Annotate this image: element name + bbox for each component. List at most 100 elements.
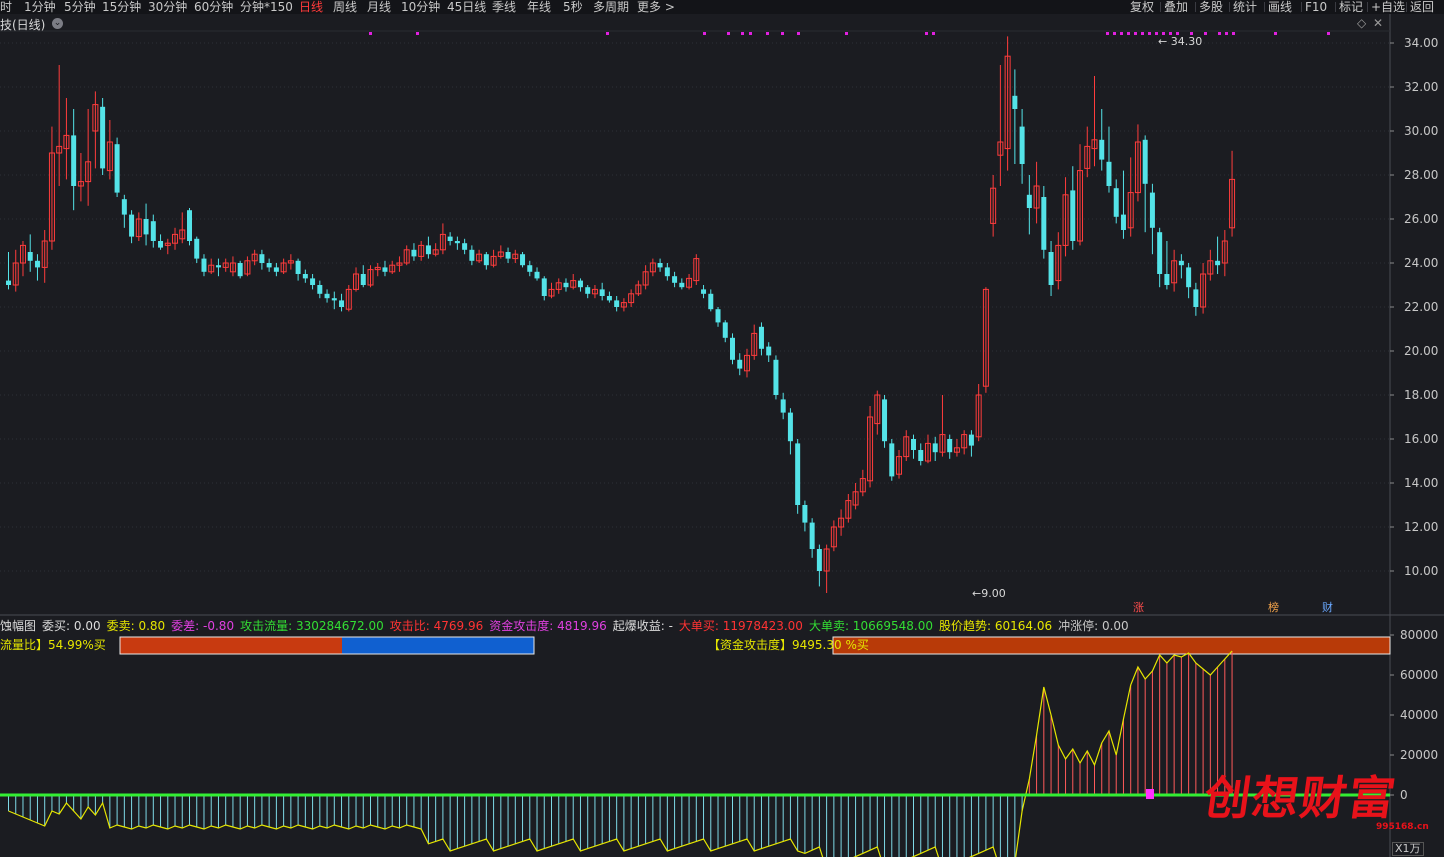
candle-body — [722, 322, 728, 338]
candle-body — [454, 241, 460, 244]
candle-body — [266, 263, 272, 268]
indicator-line — [8, 650, 1233, 857]
price-tick-label: 30.00 — [1404, 124, 1438, 138]
candle-body — [708, 293, 714, 310]
indicator-value: 股价趋势: 60164.06 — [938, 619, 1053, 633]
candle-body — [382, 267, 388, 272]
candle-body — [158, 241, 164, 248]
candle-body — [918, 450, 924, 461]
candle-body — [360, 274, 366, 285]
candle-body — [947, 439, 953, 453]
signal-dot — [1176, 32, 1179, 35]
candle-body — [331, 298, 337, 301]
signal-dot — [1232, 32, 1235, 35]
signal-dot — [1162, 32, 1165, 35]
candle-body — [541, 278, 547, 296]
signal-dot — [703, 32, 706, 35]
candle-body — [201, 258, 207, 272]
candle-body — [302, 274, 308, 279]
candle-body — [1041, 197, 1047, 250]
lower-tick-label: 80000 — [1400, 628, 1438, 642]
signal-dot — [766, 32, 769, 35]
candle-body — [809, 522, 815, 549]
candle-body — [766, 346, 772, 356]
candle-body — [563, 282, 569, 288]
candle-body — [795, 443, 801, 505]
event-marker: 财 — [1322, 600, 1333, 614]
indicator-value: 委卖: 0.80 — [106, 619, 166, 633]
candle-body — [462, 243, 468, 250]
signal-dot — [925, 32, 928, 35]
indicator-value: 委差: -0.80 — [171, 619, 235, 633]
lower-tick-label: 20000 — [1400, 748, 1438, 762]
candle-body — [259, 254, 265, 263]
price-tick-label: 14.00 — [1404, 476, 1438, 490]
indicator-value: 大单买: 11978423.00 — [678, 619, 803, 633]
price-tick-label: 20.00 — [1404, 344, 1438, 358]
signal-dot — [749, 32, 752, 35]
candle-body — [1019, 126, 1025, 164]
lower-axis-unit[interactable]: X1万 — [1392, 842, 1424, 856]
candle-body — [701, 289, 707, 294]
signal-marker — [1146, 789, 1154, 799]
candle-body — [1215, 260, 1221, 266]
candle-body — [411, 249, 417, 257]
candle-body — [664, 267, 670, 277]
candlestick-series — [6, 36, 1236, 593]
candle-body — [614, 300, 620, 307]
candle-body — [1113, 188, 1119, 217]
signal-dot — [1204, 32, 1207, 35]
low-price-label: ←9.00 — [972, 587, 1006, 600]
candle-body — [150, 221, 156, 241]
signal-dot — [932, 32, 935, 35]
candle-body — [715, 309, 721, 323]
candle-body — [114, 144, 120, 193]
lower-tick-label: 60000 — [1400, 668, 1438, 682]
candle-body — [882, 399, 888, 442]
candle-body — [317, 285, 323, 294]
candle-body — [27, 252, 33, 261]
candle-body — [672, 276, 678, 283]
signal-dot — [1218, 32, 1221, 35]
price-tick-label: 12.00 — [1404, 520, 1438, 534]
candle-body — [730, 337, 735, 360]
price-tick-label: 10.00 — [1404, 564, 1438, 578]
candle-body — [1149, 192, 1155, 228]
price-chart[interactable]: 34.00 32.00 30.00 28.00 26.00 24.00 22.00 20.00… — [0, 0, 1444, 857]
candle-body — [889, 443, 895, 477]
signal-dot — [1274, 32, 1277, 35]
candle-body — [657, 263, 663, 268]
signal-dot — [727, 32, 730, 35]
candle-body — [295, 260, 301, 274]
candle-body — [1099, 139, 1105, 160]
signal-dot — [1106, 32, 1109, 35]
candle-body — [606, 296, 612, 301]
candle-body — [237, 263, 243, 277]
candle-body — [324, 293, 330, 299]
candle-body — [520, 254, 526, 266]
signal-dot — [1327, 32, 1330, 35]
event-marker: 榜 — [1268, 600, 1279, 614]
candle-body — [527, 265, 533, 272]
attack-label: 【资金攻击度】9495.30 %买 — [708, 638, 869, 652]
candle-body — [758, 326, 764, 349]
signal-dot — [1225, 32, 1228, 35]
indicator-info-row: 蚀幅图 委买: 0.00 委卖: 0.80 委差: -0.80 攻击流量: 330284… — [0, 617, 1135, 634]
signal-dot — [1141, 32, 1144, 35]
signal-dot — [845, 32, 848, 35]
watermark-url: 995168.cn — [1376, 822, 1429, 832]
candle-body — [310, 278, 316, 285]
candle-body — [911, 439, 916, 450]
candle-body — [1106, 161, 1112, 186]
candle-body — [215, 265, 221, 268]
candle-body — [968, 434, 974, 446]
candle-body — [1012, 95, 1018, 109]
indicator-value: 委买: 0.00 — [42, 619, 101, 633]
candle-body — [483, 254, 489, 266]
candle-body — [121, 199, 127, 215]
candle-body — [71, 135, 77, 186]
price-tick-label: 22.00 — [1404, 300, 1438, 314]
candle-body — [585, 287, 591, 294]
candle-body — [816, 549, 822, 571]
candle-body — [6, 280, 11, 285]
